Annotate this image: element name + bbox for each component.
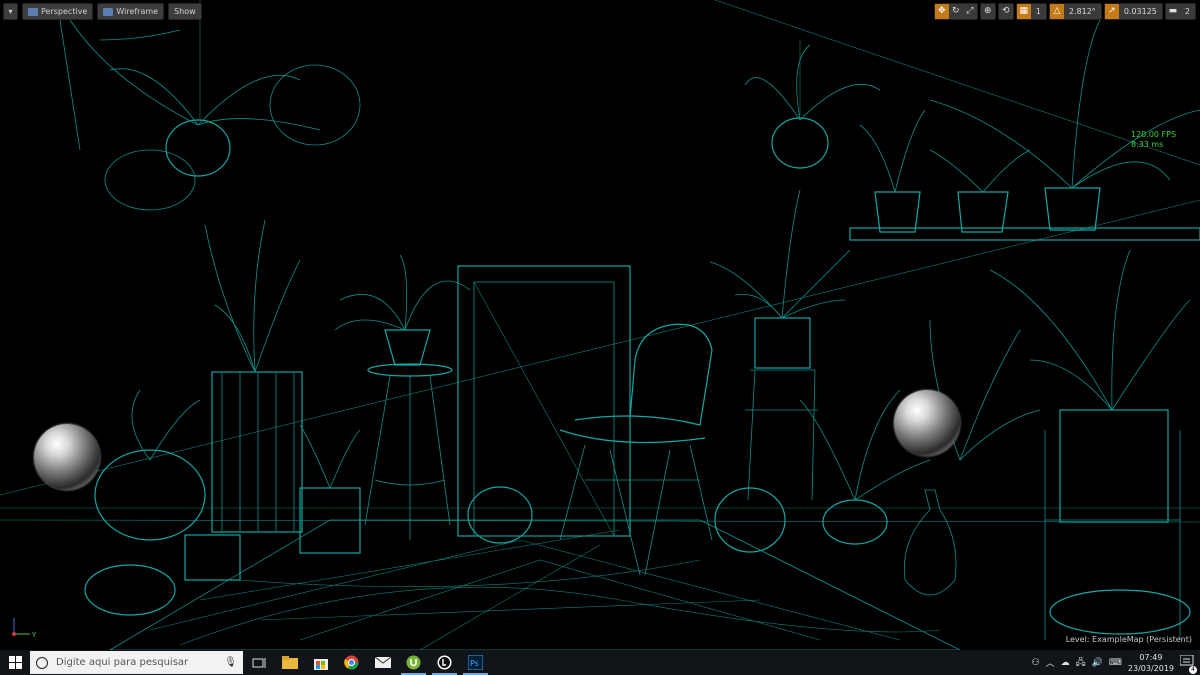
scale-snap-icon[interactable]: ↗	[1104, 4, 1119, 19]
chevron-down-icon: ▾	[8, 7, 13, 16]
utorrent-icon	[406, 655, 421, 670]
world-coordinates-icon[interactable]: ⊕	[981, 4, 995, 19]
onedrive-icon[interactable]: ☁	[1061, 658, 1070, 668]
show-hidden-icons-icon[interactable]: ︿	[1046, 656, 1055, 669]
camera-speed-value[interactable]: 2	[1180, 4, 1195, 19]
rotation-snap-icon[interactable]: △	[1049, 4, 1064, 19]
unreal-engine-icon	[437, 655, 452, 670]
level-viewport[interactable]: ▾ Perspective Wireframe Show ✥ ↻ ⤢ ⊕ ⟲ ▦…	[0, 0, 1200, 650]
wireframe-scene[interactable]	[0, 0, 1200, 650]
level-label: Level: ExampleMap (Persistent)	[1065, 635, 1192, 644]
chrome-icon	[344, 655, 359, 670]
grid-snap-icon[interactable]: ▦	[1016, 4, 1031, 19]
network-icon[interactable]: 🖧	[1076, 655, 1086, 671]
reflection-capture-sphere-left[interactable]	[34, 424, 100, 490]
taskbar-clock[interactable]: 07:49 23/03/2019	[1128, 652, 1174, 674]
folder-icon	[281, 656, 298, 669]
perspective-icon	[28, 7, 38, 16]
grid-snap: ▦ 1	[1015, 3, 1047, 20]
viewport-options-toolbar: ▾ Perspective Wireframe Show	[3, 3, 202, 20]
people-icon[interactable]: ⚇	[1032, 658, 1040, 668]
scale-icon[interactable]: ⤢	[963, 4, 977, 19]
chrome-button[interactable]	[336, 650, 367, 675]
rotation-snap: △ 2.812°	[1048, 3, 1102, 20]
scale-snap: ↗ 0.03125	[1103, 3, 1163, 20]
cortana-icon	[36, 656, 48, 669]
action-center-icon[interactable]: 4	[1179, 654, 1197, 674]
scale-snap-value[interactable]: 0.03125	[1119, 4, 1162, 19]
notification-count: 4	[1189, 665, 1197, 674]
microsoft-store-button[interactable]	[305, 650, 336, 675]
windows-logo-icon	[8, 656, 22, 669]
fps-stats: 120.00 FPS 8.33 ms	[1131, 130, 1176, 150]
photoshop-button[interactable]: Ps	[460, 650, 491, 675]
coordinate-system: ⊕	[979, 3, 996, 20]
fps-value: 120.00 FPS	[1131, 130, 1177, 139]
windows-taskbar: Digite aqui para pesquisar 🎙 Ps ⚇ ︿ ☁ 🖧 …	[0, 650, 1200, 675]
utorrent-button[interactable]	[398, 650, 429, 675]
mail-icon	[374, 657, 391, 668]
mail-button[interactable]	[367, 650, 398, 675]
store-icon	[313, 658, 328, 670]
show-label: Show	[174, 7, 196, 16]
show-button[interactable]: Show	[168, 3, 202, 20]
camera-speed: ▬ 2	[1164, 3, 1196, 20]
transform-tools: ✥ ↻ ⤢	[933, 3, 978, 20]
camera-speed-icon[interactable]: ▬	[1166, 4, 1180, 19]
viewport-menu-button[interactable]: ▾	[3, 3, 18, 20]
surface-snapping-icon[interactable]: ⟲	[999, 4, 1013, 19]
translate-icon[interactable]: ✥	[934, 4, 949, 19]
reflection-capture-sphere-right[interactable]	[894, 390, 960, 456]
keyboard-icon[interactable]: ⌨	[1109, 658, 1122, 668]
view-mode-label: Wireframe	[116, 7, 159, 16]
grid-snap-value[interactable]: 1	[1031, 4, 1046, 19]
unreal-engine-button[interactable]	[429, 650, 460, 675]
task-view-button[interactable]	[243, 650, 274, 675]
file-explorer-button[interactable]	[274, 650, 305, 675]
frame-ms-value: 8.33 ms	[1131, 140, 1164, 149]
task-view-icon	[252, 657, 265, 668]
volume-icon[interactable]: 🔊	[1092, 658, 1103, 668]
rotate-icon[interactable]: ↻	[949, 4, 963, 19]
search-placeholder: Digite aqui para pesquisar	[56, 657, 189, 668]
taskbar-search-box[interactable]: Digite aqui para pesquisar 🎙	[30, 651, 243, 674]
surface-snapping: ⟲	[997, 3, 1014, 20]
axis-gizmo: Y	[12, 618, 37, 639]
system-tray: ⚇ ︿ ☁ 🖧 🔊 ⌨ 07:49 23/03/2019 4	[1032, 650, 1200, 675]
photoshop-icon: Ps	[468, 655, 483, 670]
microphone-icon[interactable]: 🎙	[224, 657, 237, 668]
start-button[interactable]	[0, 650, 30, 675]
axis-y-label: Y	[31, 631, 37, 639]
viewport-transform-toolbar: ✥ ↻ ⤢ ⊕ ⟲ ▦ 1 △ 2.812° ↗ 0.03125 ▬ 2	[933, 3, 1196, 20]
svg-text:Ps: Ps	[470, 659, 479, 668]
clock-time: 07:49	[1139, 652, 1163, 662]
view-mode-button[interactable]: Wireframe	[97, 3, 165, 20]
perspective-button[interactable]: Perspective	[22, 3, 94, 20]
rotation-snap-value[interactable]: 2.812°	[1064, 4, 1101, 19]
clock-date: 23/03/2019	[1127, 663, 1174, 673]
wireframe-icon	[103, 7, 114, 16]
perspective-label: Perspective	[41, 7, 88, 16]
